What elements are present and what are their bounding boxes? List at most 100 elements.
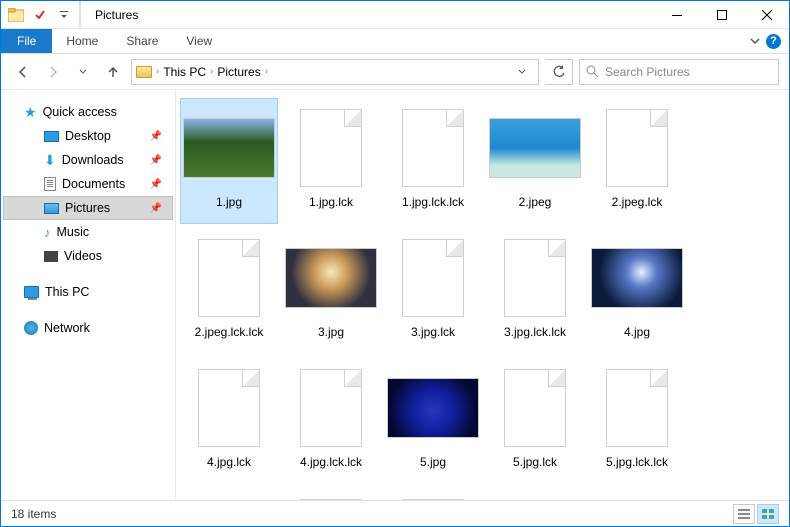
blank-file-icon — [606, 369, 668, 447]
file-name-label: 2.jpeg — [519, 195, 552, 209]
file-item[interactable]: 1.jpg — [180, 98, 278, 224]
file-item[interactable]: 5.jpg — [384, 358, 482, 484]
sidebar-item-pictures[interactable]: Pictures 📌 — [3, 196, 173, 220]
file-item[interactable]: 6.jpg.lck.lck — [384, 488, 482, 500]
file-item[interactable]: 5.jpg.lck — [486, 358, 584, 484]
blank-file-icon — [198, 369, 260, 447]
sidebar-item-downloads[interactable]: ⬇Downloads📌 — [3, 148, 173, 172]
desktop-icon — [44, 131, 59, 142]
blank-file-icon — [606, 109, 668, 187]
file-list[interactable]: 1.jpg 1.jpg.lck 1.jpg.lck.lck 2.jpeg 2.jpeg.… — [176, 90, 789, 500]
pin-icon: 📌 — [150, 155, 162, 166]
app-icon[interactable] — [5, 4, 27, 26]
sidebar-network[interactable]: Network — [3, 316, 173, 340]
back-button[interactable] — [11, 60, 35, 84]
close-button[interactable] — [744, 1, 789, 29]
file-name-label: 4.jpg — [624, 325, 650, 339]
file-tab[interactable]: File — [1, 29, 52, 53]
search-icon — [586, 65, 599, 78]
status-bar: 18 items — [1, 500, 789, 526]
search-placeholder: Search Pictures — [605, 65, 690, 79]
file-item[interactable]: 2.jpeg.lck — [588, 98, 686, 224]
breadcrumb-pictures[interactable]: Pictures — [217, 65, 260, 79]
qat-dropdown-icon[interactable] — [53, 4, 75, 26]
file-item[interactable]: 6.jpg — [180, 488, 278, 500]
file-item[interactable]: 6.jpg.lck — [282, 488, 380, 500]
address-bar[interactable]: › This PC › Pictures › — [131, 59, 539, 85]
sidebar-quick-access[interactable]: ★ Quick access — [3, 100, 173, 124]
sidebar-item-documents[interactable]: Documents 📌 — [3, 172, 173, 196]
breadcrumb-this-pc[interactable]: This PC — [163, 65, 206, 79]
chevron-right-icon[interactable]: › — [210, 66, 213, 77]
expand-ribbon-icon[interactable] — [750, 36, 760, 46]
file-item[interactable]: 2.jpeg.lck.lck — [180, 228, 278, 354]
pin-icon: 📌 — [150, 179, 162, 190]
blank-file-icon — [198, 239, 260, 317]
explorer-window: Pictures File Home Share View ? › This P… — [0, 0, 790, 527]
blank-file-icon — [402, 499, 464, 500]
blank-file-icon — [300, 499, 362, 500]
recent-dropdown-icon[interactable] — [71, 60, 95, 84]
file-item[interactable]: 4.jpg.lck.lck — [282, 358, 380, 484]
file-name-label: 1.jpg.lck.lck — [402, 195, 464, 209]
up-button[interactable] — [101, 60, 125, 84]
file-name-label: 4.jpg.lck.lck — [300, 455, 362, 469]
search-input[interactable]: Search Pictures — [579, 59, 779, 85]
sidebar-this-pc[interactable]: This PC — [3, 280, 173, 304]
blank-file-icon — [504, 239, 566, 317]
minimize-button[interactable] — [654, 1, 699, 29]
maximize-button[interactable] — [699, 1, 744, 29]
blank-file-icon — [402, 239, 464, 317]
title-bar[interactable]: Pictures — [1, 1, 789, 29]
window-controls — [654, 1, 789, 29]
details-view-button[interactable] — [733, 504, 755, 524]
sidebar-item-label: Desktop — [65, 129, 111, 143]
music-icon: ♪ — [44, 225, 51, 240]
thumbnails-view-button[interactable] — [757, 504, 779, 524]
refresh-button[interactable] — [545, 59, 573, 85]
window-title: Pictures — [87, 8, 146, 22]
tab-view[interactable]: View — [172, 29, 226, 53]
file-item[interactable]: 3.jpg — [282, 228, 380, 354]
navigation-pane[interactable]: ★ Quick access Desktop📌⬇Downloads📌Docume… — [1, 90, 176, 500]
file-item[interactable]: 3.jpg.lck — [384, 228, 482, 354]
tab-share[interactable]: Share — [112, 29, 172, 53]
file-item[interactable]: 1.jpg.lck — [282, 98, 380, 224]
quick-access-toolbar — [1, 1, 80, 28]
chevron-right-icon[interactable]: › — [156, 66, 159, 77]
sidebar-item-label: Pictures — [65, 201, 110, 215]
pin-icon: 📌 — [150, 203, 162, 214]
file-item[interactable]: 2.jpeg — [486, 98, 584, 224]
image-thumbnail — [285, 248, 377, 308]
file-item[interactable]: 4.jpg — [588, 228, 686, 354]
properties-icon[interactable] — [29, 4, 51, 26]
videos-icon — [44, 251, 58, 262]
blank-file-icon — [402, 109, 464, 187]
folder-icon — [136, 66, 152, 78]
sidebar-item-videos[interactable]: Videos — [3, 244, 173, 268]
file-item[interactable]: 5.jpg.lck.lck — [588, 358, 686, 484]
sidebar-item-label: Music — [57, 225, 90, 239]
image-thumbnail — [591, 248, 683, 308]
file-name-label: 1.jpg — [216, 195, 242, 209]
sidebar-item-label: This PC — [45, 285, 89, 299]
file-item[interactable]: 4.jpg.lck — [180, 358, 278, 484]
chevron-right-icon[interactable]: › — [265, 66, 268, 77]
file-name-label: 2.jpeg.lck.lck — [195, 325, 264, 339]
sidebar-item-music[interactable]: ♪ Music — [3, 220, 173, 244]
sidebar-item-desktop[interactable]: Desktop 📌 — [3, 124, 173, 148]
address-dropdown-icon[interactable] — [510, 65, 534, 79]
pc-icon — [24, 286, 39, 298]
sidebar-item-label: Documents — [62, 177, 125, 191]
file-name-label: 1.jpg.lck — [309, 195, 353, 209]
tab-home[interactable]: Home — [52, 29, 112, 53]
file-name-label: 5.jpg.lck.lck — [606, 455, 668, 469]
image-thumbnail — [183, 118, 275, 178]
file-item[interactable]: 1.jpg.lck.lck — [384, 98, 482, 224]
file-item[interactable]: 3.jpg.lck.lck — [486, 228, 584, 354]
file-name-label: 5.jpg.lck — [513, 455, 557, 469]
forward-button[interactable] — [41, 60, 65, 84]
pin-icon: 📌 — [150, 131, 162, 142]
help-icon[interactable]: ? — [766, 34, 781, 49]
sidebar-item-label: Network — [44, 321, 90, 335]
